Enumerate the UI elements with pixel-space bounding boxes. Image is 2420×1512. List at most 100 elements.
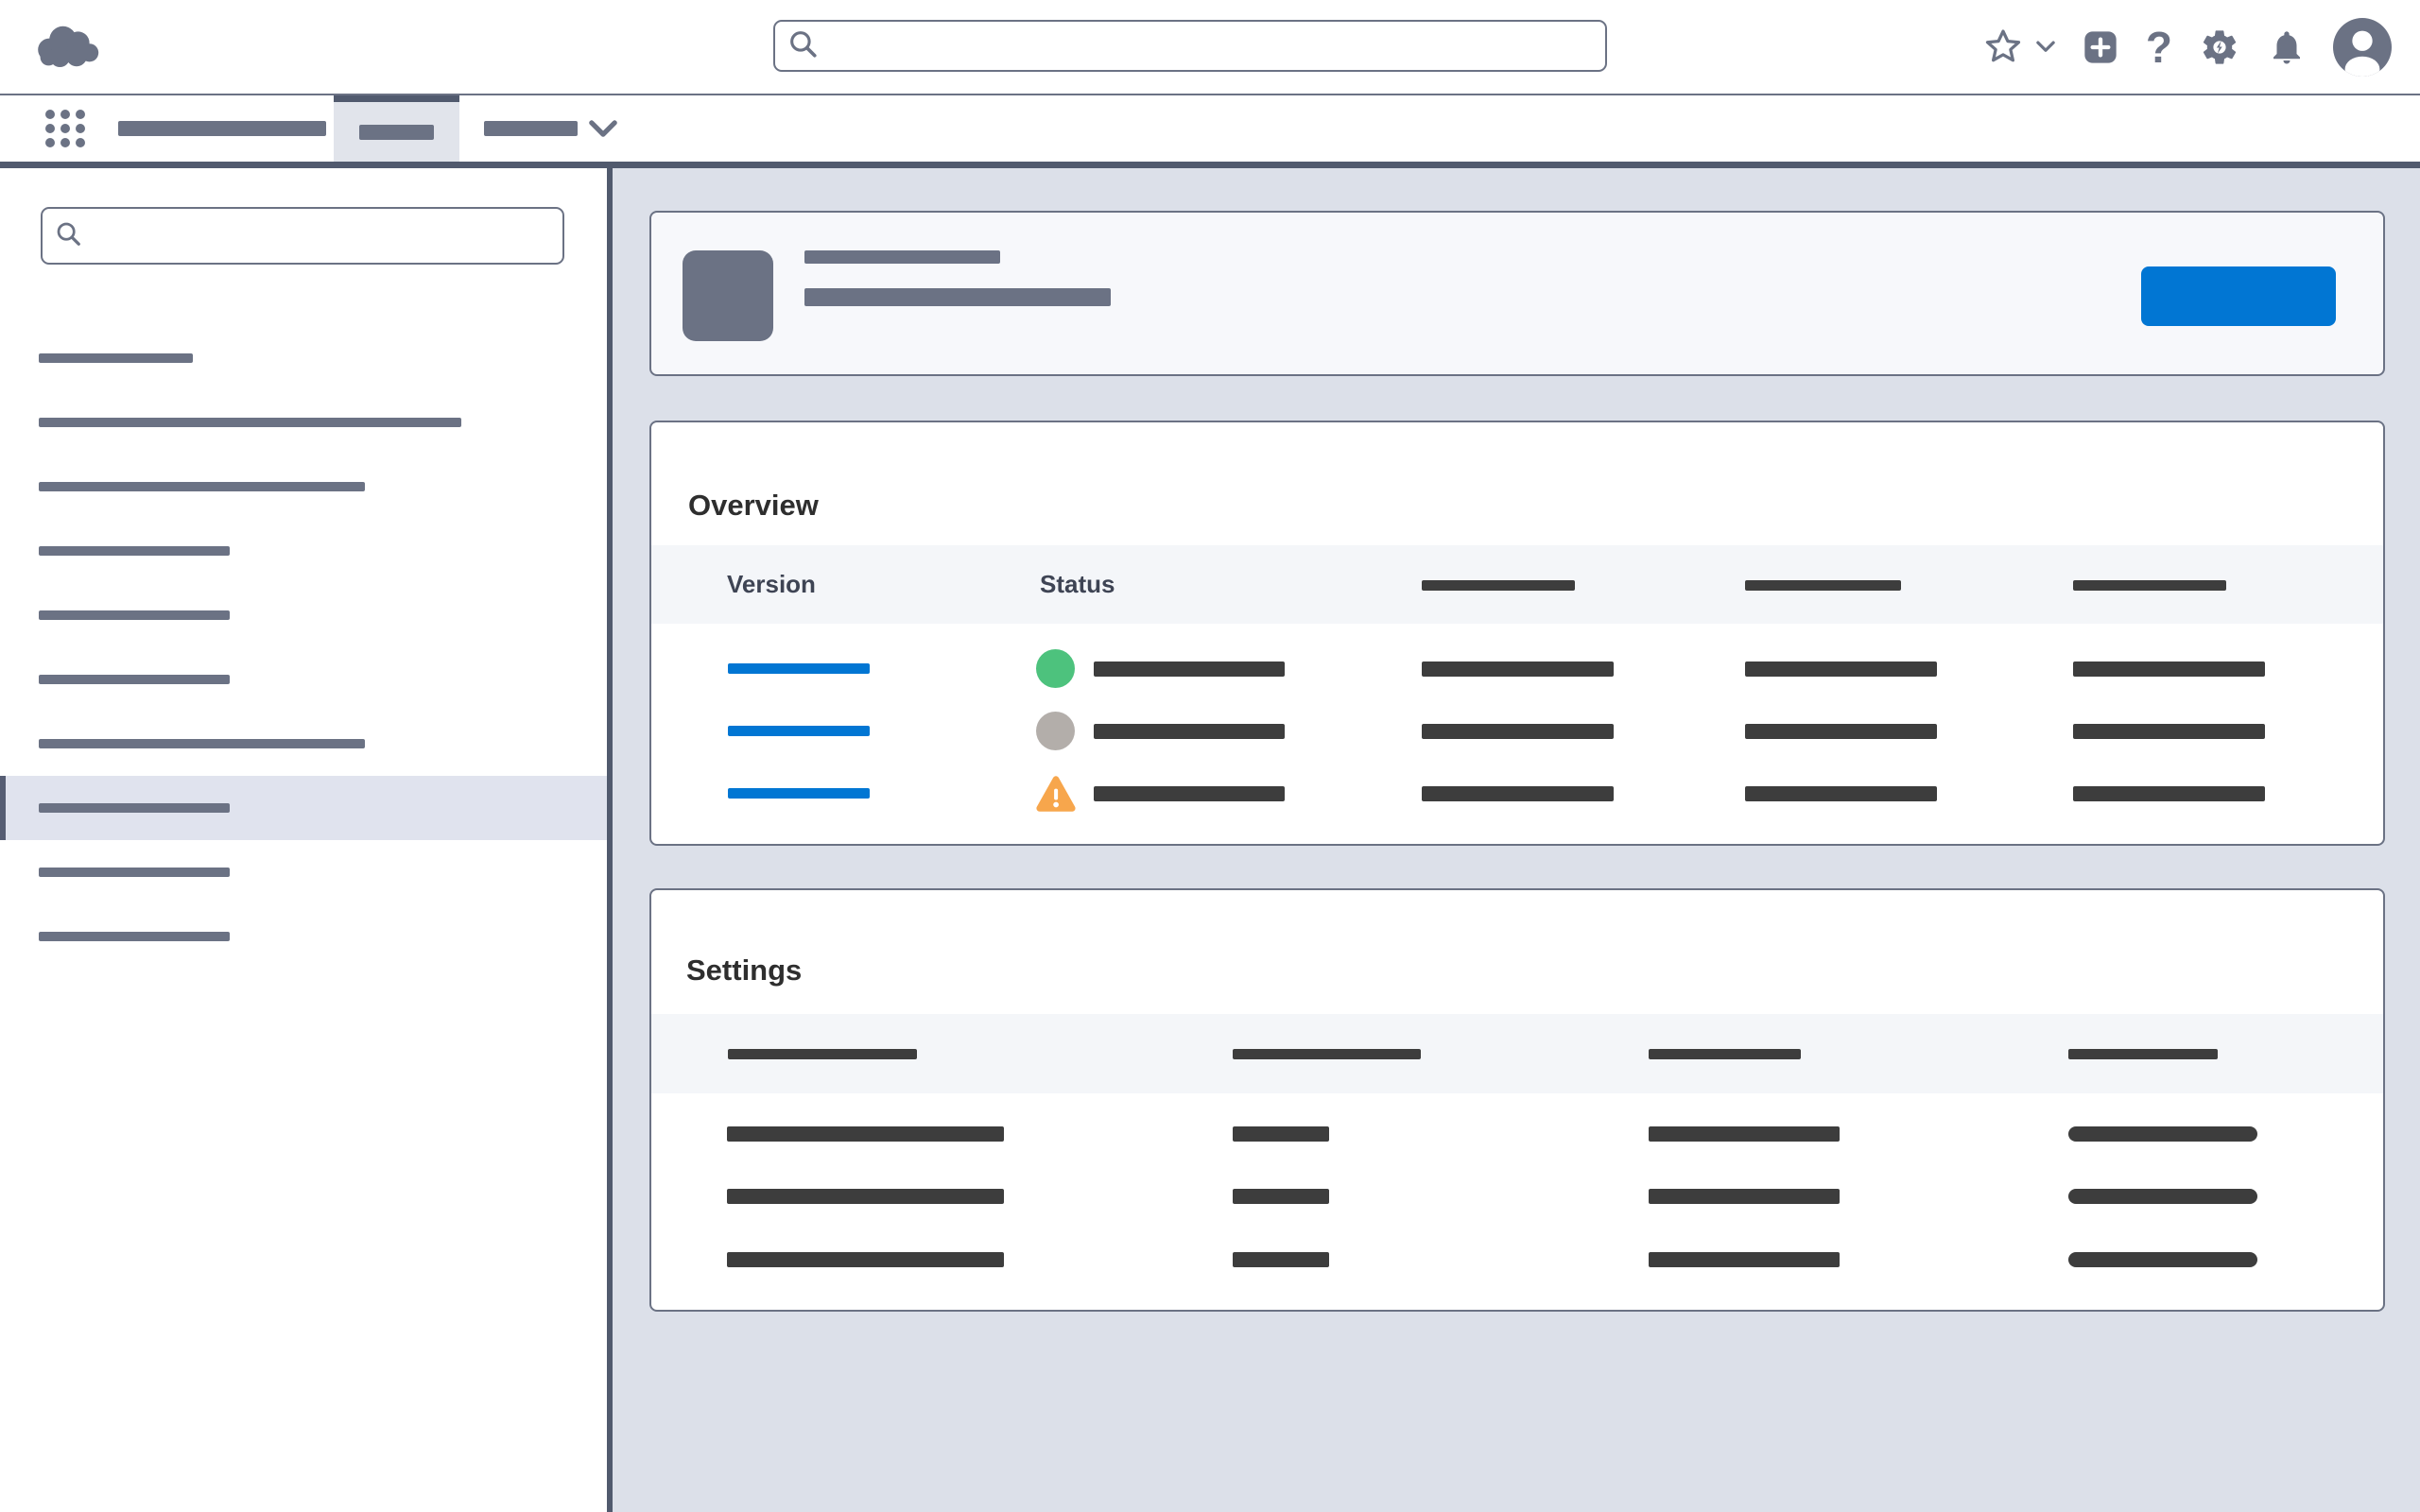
version-link-redacted[interactable] xyxy=(728,788,870,799)
sidebar-item[interactable] xyxy=(0,390,607,455)
sidebar-item[interactable] xyxy=(0,904,607,969)
cell-value-redacted xyxy=(1094,786,1285,801)
sidebar-item[interactable] xyxy=(0,647,607,712)
sidebar-item-selected[interactable] xyxy=(0,776,607,840)
bell-icon[interactable] xyxy=(2267,27,2307,67)
column-header-redacted xyxy=(2073,580,2226,591)
user-avatar[interactable] xyxy=(2333,18,2392,77)
settings-table-header xyxy=(651,1014,2383,1093)
column-header-redacted xyxy=(2068,1049,2218,1059)
sidebar-item[interactable] xyxy=(0,840,607,904)
table-row xyxy=(651,638,2383,700)
setup-gear-icon[interactable] xyxy=(2199,26,2240,68)
status-warning-icon xyxy=(1034,773,1078,819)
sidebar-search[interactable] xyxy=(41,207,564,265)
cell-value-redacted xyxy=(727,1126,1004,1142)
cell-value-redacted xyxy=(1422,786,1614,801)
cell-value-redacted xyxy=(1233,1126,1329,1142)
main-content: Overview Version Status Settings xyxy=(613,168,2420,1512)
column-header-redacted xyxy=(728,1049,917,1059)
table-row xyxy=(651,700,2383,763)
column-header-status: Status xyxy=(1040,545,1115,624)
primary-action-button[interactable] xyxy=(2141,266,2336,326)
settings-card-title: Settings xyxy=(686,954,802,988)
page-header-card xyxy=(649,211,2385,376)
sidebar-item-label-redacted xyxy=(39,739,365,748)
sidebar-item[interactable] xyxy=(0,326,607,390)
cell-value-redacted xyxy=(1745,724,1937,739)
help-icon[interactable]: ? xyxy=(2146,26,2172,69)
search-icon xyxy=(54,219,82,252)
record-eyebrow-redacted xyxy=(804,250,1000,264)
quick-add-icon[interactable] xyxy=(2082,28,2119,66)
cell-value-redacted xyxy=(1745,786,1937,801)
overview-card: Overview Version Status xyxy=(649,421,2385,846)
setup-sidebar xyxy=(0,168,607,1512)
nav-bottom-divider xyxy=(0,162,2420,168)
record-title-redacted xyxy=(804,288,1111,306)
table-row xyxy=(651,763,2383,825)
nav-tab-label-redacted xyxy=(359,125,434,140)
version-link-redacted[interactable] xyxy=(728,726,870,736)
sidebar-item-label-redacted xyxy=(39,675,230,684)
status-neutral-icon xyxy=(1036,712,1075,750)
column-header-redacted xyxy=(1649,1049,1801,1059)
cell-value-redacted xyxy=(1233,1252,1329,1267)
cell-value-redacted xyxy=(2073,662,2265,677)
cell-value-redacted xyxy=(727,1189,1004,1204)
cell-value-redacted xyxy=(1094,724,1285,739)
column-header-redacted xyxy=(1422,580,1575,591)
cell-value-redacted xyxy=(1745,662,1937,677)
column-header-redacted xyxy=(1233,1049,1421,1059)
sidebar-menu xyxy=(0,326,607,969)
nav-tab-label-redacted xyxy=(118,121,326,136)
cloud-logo-icon xyxy=(31,14,107,79)
settings-card: Settings xyxy=(649,888,2385,1312)
table-row xyxy=(651,1103,2383,1165)
sidebar-item[interactable] xyxy=(0,519,607,583)
sidebar-item-label-redacted xyxy=(39,482,365,491)
search-icon xyxy=(786,27,819,64)
global-search-input[interactable] xyxy=(819,26,1605,66)
cell-value-redacted xyxy=(2073,724,2265,739)
sidebar-item-label-redacted xyxy=(39,610,230,620)
table-row xyxy=(651,1228,2383,1291)
table-row xyxy=(651,1165,2383,1228)
nav-tab-label-redacted xyxy=(484,121,578,136)
sidebar-item[interactable] xyxy=(0,712,607,776)
sidebar-search-input[interactable] xyxy=(82,214,562,259)
nav-chevron-down-icon[interactable] xyxy=(589,120,617,138)
cell-value-redacted xyxy=(2073,786,2265,801)
cell-value-redacted xyxy=(1094,662,1285,677)
cell-value-redacted xyxy=(727,1252,1004,1267)
cell-value-redacted xyxy=(1422,724,1614,739)
version-link-redacted[interactable] xyxy=(728,663,870,674)
sidebar-item[interactable] xyxy=(0,455,607,519)
cell-value-redacted xyxy=(1649,1189,1840,1204)
cell-value-redacted xyxy=(2068,1189,2257,1204)
global-actions: ? xyxy=(1981,0,2392,94)
cell-value-redacted xyxy=(1422,662,1614,677)
nav-tab[interactable] xyxy=(484,95,617,162)
column-header-redacted xyxy=(1745,580,1901,591)
sidebar-item-label-redacted xyxy=(39,803,230,813)
favorites-star-icon[interactable] xyxy=(1981,26,2025,69)
sidebar-item-label-redacted xyxy=(39,932,230,941)
app-navigation-bar xyxy=(0,95,2420,162)
status-success-icon xyxy=(1036,649,1075,688)
app-launcher-waffle-icon[interactable] xyxy=(44,110,86,152)
sidebar-item-label-redacted xyxy=(39,353,193,363)
cell-value-redacted xyxy=(1233,1189,1329,1204)
favorites-chevron-down-icon[interactable] xyxy=(2036,41,2055,53)
cell-value-redacted xyxy=(1649,1126,1840,1142)
nav-tab[interactable] xyxy=(118,95,326,162)
nav-tab-selected[interactable] xyxy=(334,95,459,162)
cell-value-redacted xyxy=(1649,1252,1840,1267)
global-search[interactable] xyxy=(773,20,1607,72)
sidebar-item-label-redacted xyxy=(39,546,230,556)
overview-table-header: Version Status xyxy=(651,545,2383,624)
sidebar-item[interactable] xyxy=(0,583,607,647)
column-header-version: Version xyxy=(727,545,816,624)
record-avatar xyxy=(683,250,773,341)
sidebar-item-label-redacted xyxy=(39,868,230,877)
